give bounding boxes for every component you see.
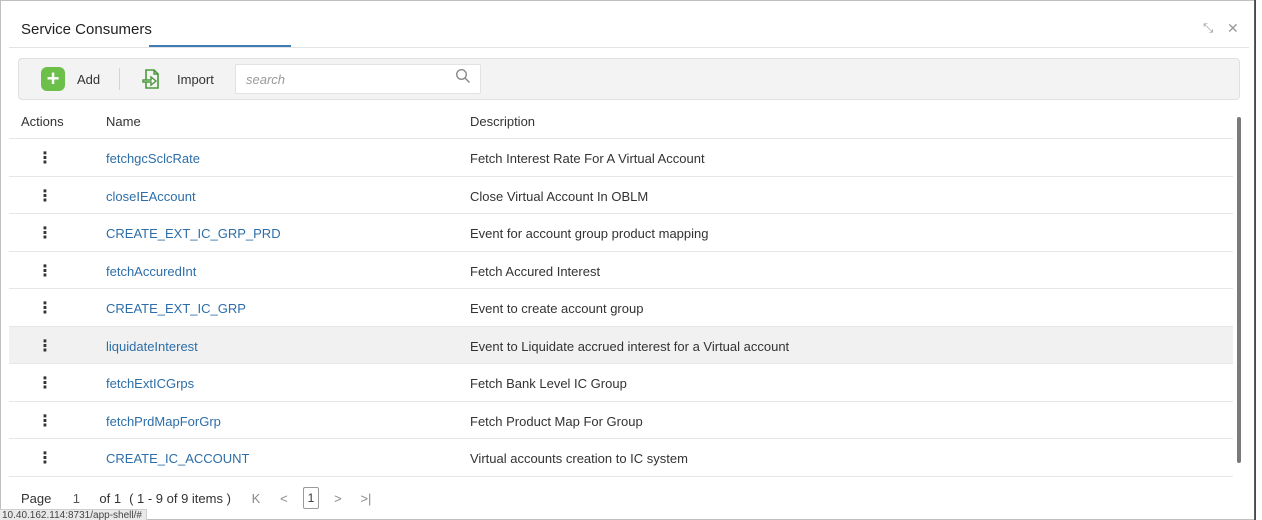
- service-consumers-window: Service Consumers ⤡ ✕ + Add Import Actio…: [0, 0, 1254, 520]
- consumer-name-link[interactable]: CREATE_IC_ACCOUNT: [106, 451, 250, 466]
- consumer-description: Event for account group product mapping: [470, 226, 709, 241]
- status-bar-url: 10.40.162.114:8731/app-shell/#: [0, 509, 147, 520]
- consumer-name-link[interactable]: CREATE_EXT_IC_GRP_PRD: [106, 226, 281, 241]
- pagination-bar: Page of 1 ( 1 - 9 of 9 items ) K < 1 > >…: [21, 485, 385, 511]
- consumer-description: Event to Liquidate accrued interest for …: [470, 338, 790, 354]
- table-row[interactable]: ⋮ closeIEAccount Close Virtual Account I…: [9, 177, 1233, 214]
- table-row-hovered[interactable]: ⋮ liquidateInterest Event to Liquidate a…: [9, 326, 1233, 364]
- current-page-button[interactable]: 1: [302, 487, 319, 509]
- page-count-text: of 1: [99, 490, 122, 506]
- consumer-description: Fetch Bank Level IC Group: [470, 376, 627, 391]
- row-actions-menu-icon[interactable]: ⋮: [37, 148, 53, 168]
- column-header-name[interactable]: Name: [106, 114, 141, 129]
- pager-divider: [9, 476, 1233, 477]
- import-button[interactable]: Import: [141, 59, 214, 99]
- import-icon: [142, 69, 159, 89]
- first-page-button[interactable]: K: [247, 491, 265, 506]
- consumer-name-link[interactable]: fetchAccuredInt: [106, 264, 196, 279]
- consumer-description: Fetch Accured Interest: [470, 263, 601, 279]
- add-button[interactable]: + Add: [41, 59, 100, 99]
- table-row[interactable]: ⋮ CREATE_EXT_IC_GRP Event to create acco…: [9, 289, 1233, 327]
- row-actions-menu-icon[interactable]: ⋮: [37, 261, 53, 281]
- next-page-button[interactable]: >: [329, 491, 347, 506]
- table-row[interactable]: ⋮ CREATE_EXT_IC_GRP_PRD Event for accoun…: [9, 214, 1233, 252]
- page-number-input[interactable]: [65, 487, 88, 509]
- row-actions-menu-icon[interactable]: ⋮: [37, 186, 53, 206]
- consumer-description: Fetch Interest Rate For A Virtual Accoun…: [470, 151, 705, 166]
- header-divider: [9, 47, 1249, 48]
- consumer-name-link[interactable]: closeIEAccount: [106, 189, 196, 204]
- consumer-description: Fetch Product Map For Group: [470, 413, 643, 429]
- table-header: Actions Name Description: [9, 103, 1233, 139]
- row-actions-menu-icon[interactable]: ⋮: [37, 298, 53, 318]
- add-label: Add: [77, 71, 101, 87]
- column-header-description[interactable]: Description: [470, 114, 535, 129]
- consumer-description: Virtual accounts creation to IC system: [470, 451, 688, 466]
- close-icon[interactable]: ✕: [1227, 20, 1239, 37]
- table-row[interactable]: ⋮ fetchExtICGrps Fetch Bank Level IC Gro…: [9, 364, 1233, 402]
- consumer-name-link[interactable]: fetchPrdMapForGrp: [106, 414, 221, 429]
- items-range-text: ( 1 - 9 of 9 items ): [129, 490, 231, 506]
- minimize-icon[interactable]: ⤡: [1203, 20, 1213, 36]
- last-page-button[interactable]: >|: [357, 491, 375, 506]
- plus-icon: +: [41, 67, 65, 91]
- consumer-description: Close Virtual Account In OBLM: [470, 188, 649, 204]
- search-icon[interactable]: [455, 68, 471, 84]
- toolbar: + Add Import: [18, 58, 1240, 100]
- table-row[interactable]: ⋮ fetchgcSclcRate Fetch Interest Rate Fo…: [9, 139, 1233, 177]
- row-actions-menu-icon[interactable]: ⋮: [37, 411, 53, 431]
- table-row[interactable]: ⋮ fetchPrdMapForGrp Fetch Product Map Fo…: [9, 402, 1233, 439]
- row-actions-menu-icon[interactable]: ⋮: [37, 448, 53, 468]
- row-actions-menu-icon[interactable]: ⋮: [37, 223, 53, 243]
- toolbar-separator: [119, 68, 120, 90]
- table-row[interactable]: ⋮ CREATE_IC_ACCOUNT Virtual accounts cre…: [9, 439, 1233, 477]
- consumer-name-link[interactable]: liquidateInterest: [106, 339, 198, 354]
- table-body: ⋮ fetchgcSclcRate Fetch Interest Rate Fo…: [9, 139, 1233, 477]
- window-title: Service Consumers: [21, 21, 152, 38]
- window-edge: [1254, 0, 1262, 520]
- previous-page-button[interactable]: <: [275, 491, 293, 506]
- consumer-description: Event to create account group: [470, 301, 644, 316]
- search-input[interactable]: [235, 64, 481, 94]
- consumer-name-link[interactable]: CREATE_EXT_IC_GRP: [106, 301, 246, 316]
- page-label: Page: [21, 490, 52, 506]
- row-actions-menu-icon[interactable]: ⋮: [37, 336, 53, 356]
- vertical-scrollbar[interactable]: [1237, 117, 1241, 463]
- consumer-name-link[interactable]: fetchExtICGrps: [106, 376, 194, 391]
- import-label: Import: [177, 71, 214, 87]
- table-row[interactable]: ⋮ fetchAccuredInt Fetch Accured Interest: [9, 252, 1233, 289]
- column-header-actions: Actions: [21, 114, 64, 129]
- consumer-name-link[interactable]: fetchgcSclcRate: [106, 151, 200, 166]
- row-actions-menu-icon[interactable]: ⋮: [37, 373, 53, 393]
